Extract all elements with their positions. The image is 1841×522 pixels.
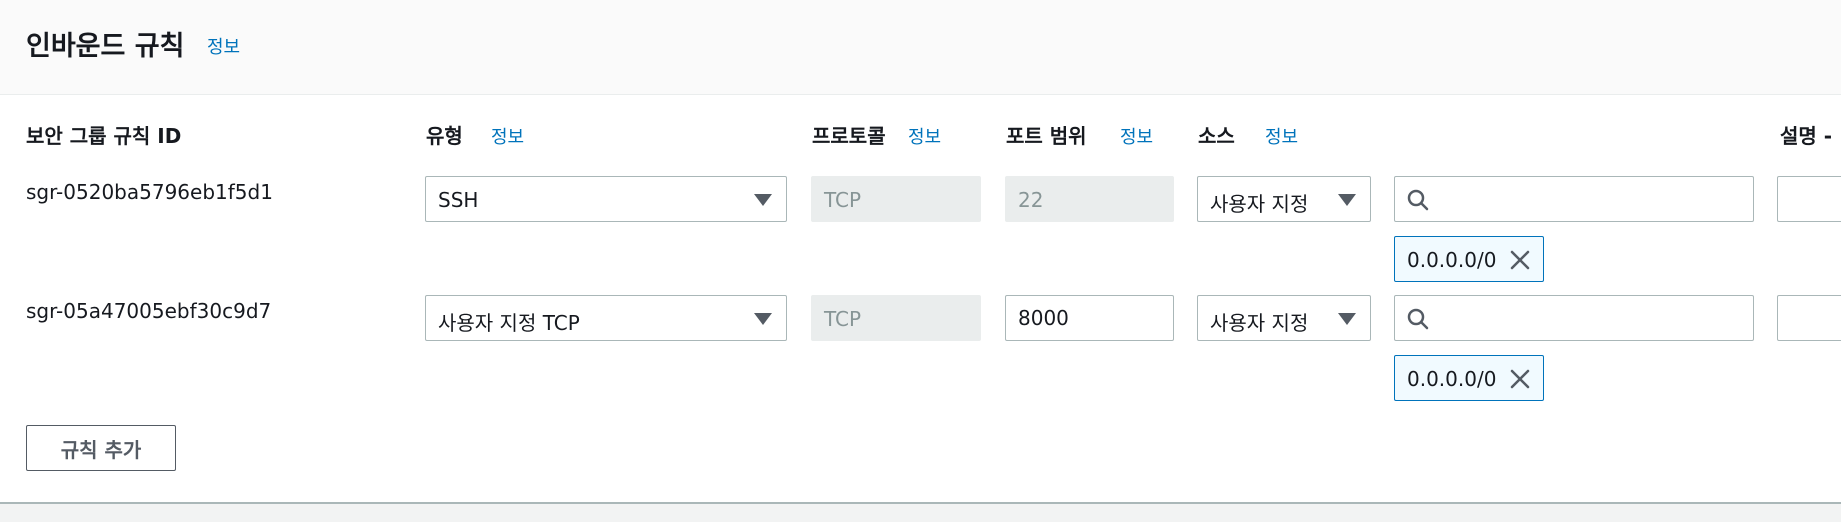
port-range-field: 22: [1005, 176, 1174, 222]
port-range-input[interactable]: [1005, 295, 1174, 341]
source-type-value: 사용자 지정: [1210, 192, 1309, 216]
type-select-value: 사용자 지정 TCP: [438, 311, 580, 335]
protocol-field: TCP: [811, 295, 981, 341]
source-search-input[interactable]: [1439, 183, 1743, 217]
rule-id: sgr-05a47005ebf30c9d7: [26, 299, 272, 323]
search-icon: [1407, 189, 1429, 211]
section-title: 인바운드 규칙: [26, 31, 185, 62]
source-search-input[interactable]: [1439, 302, 1743, 336]
source-type-select[interactable]: 사용자 지정: [1197, 295, 1371, 341]
source-type-select[interactable]: 사용자 지정: [1197, 176, 1371, 222]
column-header-port-range: 포트 범위: [1006, 124, 1087, 148]
source-search-field[interactable]: [1394, 295, 1754, 341]
type-info-link[interactable]: 정보: [491, 123, 524, 149]
port-range-value: 22: [1018, 188, 1044, 212]
cidr-token-label: 0.0.0.0/0: [1407, 248, 1497, 272]
source-search-field[interactable]: [1394, 176, 1754, 222]
port-range-info-link[interactable]: 정보: [1120, 123, 1153, 149]
protocol-value: TCP: [824, 307, 862, 331]
cidr-token-label: 0.0.0.0/0: [1407, 367, 1497, 391]
column-header-type: 유형: [426, 124, 463, 148]
column-header-description: 설명 -: [1780, 124, 1833, 148]
caret-down-icon: [754, 313, 772, 325]
cidr-token: 0.0.0.0/0: [1394, 355, 1544, 401]
description-input[interactable]: [1777, 176, 1841, 222]
type-select-value: SSH: [438, 188, 479, 212]
section-info-link[interactable]: 정보: [207, 33, 240, 59]
close-icon[interactable]: [1509, 368, 1531, 390]
type-select[interactable]: 사용자 지정 TCP: [425, 295, 787, 341]
cidr-token: 0.0.0.0/0: [1394, 236, 1544, 282]
rule-id: sgr-0520ba5796eb1f5d1: [26, 180, 273, 204]
protocol-info-link[interactable]: 정보: [908, 123, 941, 149]
type-select[interactable]: SSH: [425, 176, 787, 222]
column-header-source: 소스: [1198, 124, 1235, 148]
close-icon[interactable]: [1509, 249, 1531, 271]
column-header-protocol: 프로토콜: [812, 124, 886, 148]
caret-down-icon: [1338, 313, 1356, 325]
column-header-rule-id: 보안 그룹 규칙 ID: [26, 124, 182, 148]
caret-down-icon: [1338, 194, 1356, 206]
source-type-value: 사용자 지정: [1210, 311, 1309, 335]
caret-down-icon: [754, 194, 772, 206]
protocol-value: TCP: [824, 188, 862, 212]
description-input[interactable]: [1777, 295, 1841, 341]
search-icon: [1407, 308, 1429, 330]
source-info-link[interactable]: 정보: [1265, 123, 1298, 149]
footer-area: [0, 504, 1841, 522]
section-header: 인바운드 규칙 정보: [0, 0, 1841, 95]
add-rule-button[interactable]: 규칙 추가: [26, 425, 176, 471]
protocol-field: TCP: [811, 176, 981, 222]
